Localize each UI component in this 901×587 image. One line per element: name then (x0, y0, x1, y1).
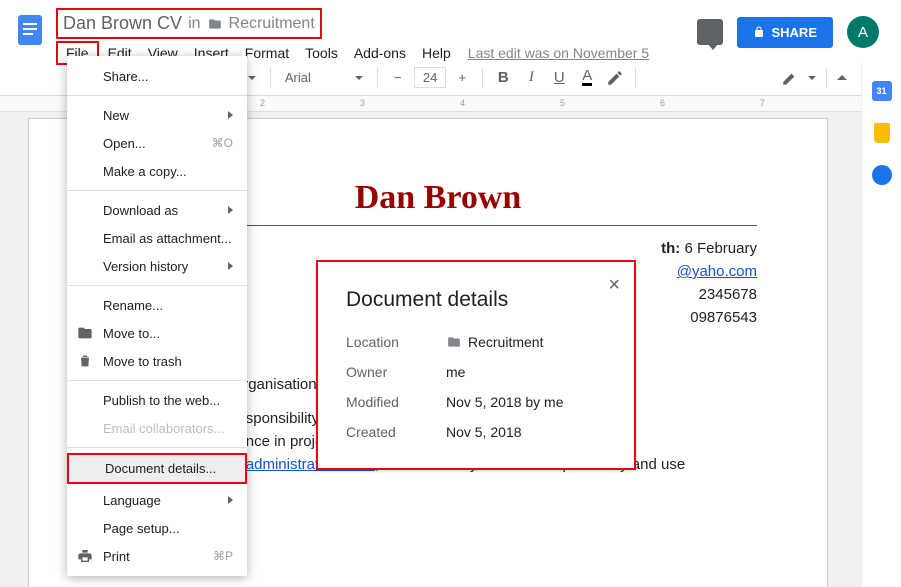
last-edit-link[interactable]: Last edit was on November 5 (468, 45, 649, 61)
menu-share[interactable]: Share... (67, 62, 247, 90)
title-bar: Dan Brown CV in Recruitment (56, 8, 322, 39)
calendar-icon[interactable]: 31 (871, 80, 893, 102)
trash-icon (77, 353, 93, 369)
location-label: Location (346, 334, 446, 350)
folder-name[interactable]: Recruitment (229, 15, 315, 33)
submenu-arrow-icon (228, 111, 233, 119)
share-button[interactable]: SHARE (737, 17, 833, 48)
underline-button[interactable]: U (547, 66, 571, 90)
docs-logo-icon[interactable] (12, 12, 48, 48)
file-menu-dropdown: Share... New Open...⌘O Make a copy... Do… (67, 56, 247, 576)
menu-tools[interactable]: Tools (298, 41, 345, 65)
chevron-down-icon (355, 76, 363, 80)
modified-value: Nov 5, 2018 by me (446, 394, 564, 410)
chevron-down-icon (248, 76, 256, 80)
bold-button[interactable]: B (491, 66, 515, 90)
folder-icon (446, 335, 462, 349)
menu-email-attachment[interactable]: Email as attachment... (67, 224, 247, 252)
account-avatar[interactable]: A (847, 16, 879, 48)
owner-value: me (446, 364, 465, 380)
menu-make-copy[interactable]: Make a copy... (67, 157, 247, 185)
folder-icon (77, 325, 93, 341)
font-select[interactable]: Arial (279, 68, 369, 87)
menu-version-history[interactable]: Version history (67, 252, 247, 280)
menu-print[interactable]: Print⌘P (67, 542, 247, 570)
menu-rename[interactable]: Rename... (67, 291, 247, 319)
keep-icon[interactable] (871, 122, 893, 144)
created-label: Created (346, 424, 446, 440)
chevron-up-icon[interactable] (837, 75, 847, 80)
text-color-button[interactable]: A (575, 66, 599, 90)
side-panel: 31 (861, 62, 901, 587)
menu-page-setup[interactable]: Page setup... (67, 514, 247, 542)
menu-move-to-trash[interactable]: Move to trash (67, 347, 247, 375)
font-size-increase[interactable]: + (450, 66, 474, 90)
menu-move-to[interactable]: Move to... (67, 319, 247, 347)
print-icon (77, 548, 93, 564)
highlight-button[interactable] (603, 66, 627, 90)
chevron-down-icon (808, 76, 816, 80)
menu-addons[interactable]: Add-ons (347, 41, 413, 65)
lock-icon (753, 25, 765, 39)
menu-download-as[interactable]: Download as (67, 196, 247, 224)
editing-mode-button[interactable] (778, 66, 802, 90)
submenu-arrow-icon (228, 496, 233, 504)
font-size-decrease[interactable]: − (386, 66, 410, 90)
comments-icon[interactable] (697, 19, 723, 45)
menu-publish[interactable]: Publish to the web... (67, 386, 247, 414)
menu-new[interactable]: New (67, 101, 247, 129)
italic-button[interactable]: I (519, 66, 543, 90)
menu-help[interactable]: Help (415, 41, 458, 65)
document-details-dialog: × Document details Location Recruitment … (316, 260, 636, 470)
created-value: Nov 5, 2018 (446, 424, 522, 440)
document-title[interactable]: Dan Brown CV (63, 13, 182, 34)
tasks-icon[interactable] (871, 164, 893, 186)
dialog-title: Document details (346, 288, 606, 312)
modified-label: Modified (346, 394, 446, 410)
font-size-input[interactable]: 24 (414, 67, 446, 88)
in-label: in (188, 15, 200, 33)
menu-language[interactable]: Language (67, 486, 247, 514)
menu-open[interactable]: Open...⌘O (67, 129, 247, 157)
submenu-arrow-icon (228, 262, 233, 270)
owner-label: Owner (346, 364, 446, 380)
menu-document-details[interactable]: Document details... (67, 453, 247, 484)
menu-email-collaborators: Email collaborators... (67, 414, 247, 442)
close-icon[interactable]: × (608, 274, 620, 297)
submenu-arrow-icon (228, 206, 233, 214)
location-value: Recruitment (446, 334, 543, 350)
folder-icon (207, 17, 223, 31)
